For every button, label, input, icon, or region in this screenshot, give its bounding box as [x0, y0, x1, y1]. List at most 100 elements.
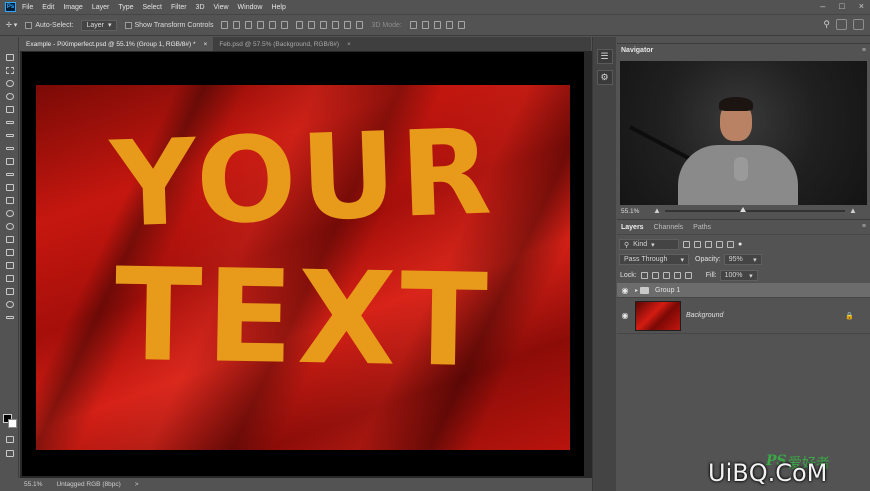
share-icon[interactable]	[853, 19, 864, 30]
brush-tool-icon[interactable]	[0, 142, 19, 155]
checkbox-box[interactable]	[124, 21, 132, 29]
menu-layer[interactable]: Layer	[92, 4, 110, 11]
opacity-field[interactable]: 95% ▾	[723, 254, 762, 265]
screen-mode-icon[interactable]	[0, 447, 19, 460]
lock-position-icon[interactable]	[662, 272, 670, 279]
3d-scale-icon[interactable]	[457, 21, 465, 29]
zoom-level[interactable]: 55.1%	[24, 481, 42, 488]
distribute-hcenter-icon[interactable]	[344, 21, 352, 29]
eye-icon[interactable]: ◉	[617, 311, 633, 320]
menu-image[interactable]: Image	[63, 4, 82, 11]
path-selection-tool-icon[interactable]	[0, 259, 19, 272]
fill-field[interactable]: 100% ▾	[719, 270, 758, 281]
blend-mode-dropdown[interactable]: Pass Through ▾	[619, 254, 689, 265]
close-icon[interactable]: ×	[204, 41, 208, 48]
background-color-swatch[interactable]	[8, 419, 17, 428]
lasso-tool-icon[interactable]	[0, 77, 19, 90]
tab-example-piximperfect[interactable]: Example - PiXimperfect.psd @ 55.1% (Grou…	[20, 37, 214, 51]
properties-panel-icon[interactable]: ⚙	[596, 70, 613, 85]
lock-transparent-icon[interactable]	[640, 272, 648, 279]
chevron-right-icon[interactable]: ▸	[635, 287, 638, 294]
menu-file[interactable]: File	[22, 4, 33, 11]
move-tool-icon[interactable]	[0, 51, 19, 64]
smart-object-filter-icon[interactable]	[727, 241, 734, 248]
history-panel-icon[interactable]: ☰	[596, 49, 613, 64]
quick-selection-tool-icon[interactable]	[0, 90, 19, 103]
move-tool-icon[interactable]: ✢ ▾	[6, 21, 17, 29]
tab-paths[interactable]: Paths	[693, 224, 711, 231]
healing-brush-tool-icon[interactable]	[0, 129, 19, 142]
minimize-icon[interactable]: –	[820, 1, 825, 11]
gradient-tool-icon[interactable]	[0, 194, 19, 207]
3d-slide-icon[interactable]	[445, 21, 453, 29]
auto-select-dropdown[interactable]: Layer ▾	[81, 19, 117, 31]
auto-select-checkbox[interactable]: Auto-Select:	[25, 21, 73, 29]
quick-mask-icon[interactable]	[0, 433, 19, 446]
show-transform-checkbox[interactable]: Show Transform Controls	[124, 21, 213, 29]
layer-name[interactable]: Background	[686, 312, 723, 319]
eraser-tool-icon[interactable]	[0, 181, 19, 194]
align-top-icon[interactable]	[221, 21, 229, 29]
filter-toggle-icon[interactable]: ●	[738, 241, 742, 248]
slider-thumb[interactable]	[740, 207, 746, 212]
workspace-icon[interactable]	[836, 19, 847, 30]
kind-filter-dropdown[interactable]: ⚲ Kind ▾	[619, 239, 679, 250]
panel-menu-icon[interactable]: ≡	[862, 223, 866, 230]
eye-icon[interactable]: ◉	[617, 286, 633, 295]
adjustment-filter-icon[interactable]	[694, 241, 701, 248]
rectangle-tool-icon[interactable]	[0, 272, 19, 285]
photoshop-logo-icon[interactable]: Ps	[5, 2, 16, 12]
hand-tool-icon[interactable]	[0, 285, 19, 298]
marquee-tool-icon[interactable]	[0, 64, 19, 77]
align-hcenter-icon[interactable]	[269, 21, 277, 29]
tab-layers[interactable]: Layers	[621, 224, 644, 231]
align-vcenter-icon[interactable]	[233, 21, 241, 29]
menu-window[interactable]: Window	[238, 4, 263, 11]
eyedropper-tool-icon[interactable]	[0, 116, 19, 129]
mountain-large-icon[interactable]: ▲	[849, 206, 857, 215]
more-tools-icon[interactable]	[0, 311, 19, 324]
crop-tool-icon[interactable]	[0, 103, 19, 116]
menu-edit[interactable]: Edit	[42, 4, 54, 11]
type-tool-icon[interactable]	[0, 246, 19, 259]
navigator-title[interactable]: Navigator	[621, 47, 653, 54]
layer-name[interactable]: Group 1	[655, 287, 680, 294]
distribute-vcenter-icon[interactable]	[308, 21, 316, 29]
history-brush-tool-icon[interactable]	[0, 168, 19, 181]
tab-channels[interactable]: Channels	[654, 224, 684, 231]
shape-filter-icon[interactable]	[716, 241, 723, 248]
lock-artboard-icon[interactable]	[673, 272, 681, 279]
zoom-tool-icon[interactable]	[0, 298, 19, 311]
layer-row-group-1[interactable]: ◉ ▸ Group 1	[617, 283, 870, 298]
navigator-zoom-slider[interactable]	[665, 207, 845, 212]
type-filter-icon[interactable]	[705, 241, 712, 248]
status-menu-arrow[interactable]: >	[135, 481, 139, 488]
menu-select[interactable]: Select	[143, 4, 162, 11]
distribute-right-icon[interactable]	[356, 21, 364, 29]
menu-type[interactable]: Type	[118, 4, 133, 11]
align-left-icon[interactable]	[257, 21, 265, 29]
menu-filter[interactable]: Filter	[171, 4, 187, 11]
align-right-icon[interactable]	[281, 21, 289, 29]
tab-feb[interactable]: Feb.psd @ 57.5% (Background, RGB/8#) ×	[213, 37, 356, 51]
navigator-preview[interactable]	[620, 61, 867, 205]
flag-image[interactable]: YOUR TEXT	[36, 85, 570, 450]
close-icon[interactable]: ×	[347, 41, 351, 48]
distribute-top-icon[interactable]	[296, 21, 304, 29]
maximize-icon[interactable]: □	[839, 1, 844, 11]
lock-all-icon[interactable]	[684, 272, 692, 279]
checkbox-box[interactable]	[25, 21, 33, 29]
pen-tool-icon[interactable]	[0, 233, 19, 246]
blur-tool-icon[interactable]	[0, 207, 19, 220]
close-icon[interactable]: ×	[859, 1, 864, 11]
color-swatches[interactable]	[3, 414, 17, 428]
distribute-bottom-icon[interactable]	[320, 21, 328, 29]
layer-row-background[interactable]: ◉ Background 🔒	[617, 298, 870, 334]
mountain-small-icon[interactable]: ▲	[653, 206, 661, 215]
clone-stamp-tool-icon[interactable]	[0, 155, 19, 168]
menu-3d[interactable]: 3D	[196, 4, 205, 11]
3d-pan-icon[interactable]	[433, 21, 441, 29]
menu-help[interactable]: Help	[271, 4, 285, 11]
3d-roll-icon[interactable]	[421, 21, 429, 29]
distribute-left-icon[interactable]	[332, 21, 340, 29]
